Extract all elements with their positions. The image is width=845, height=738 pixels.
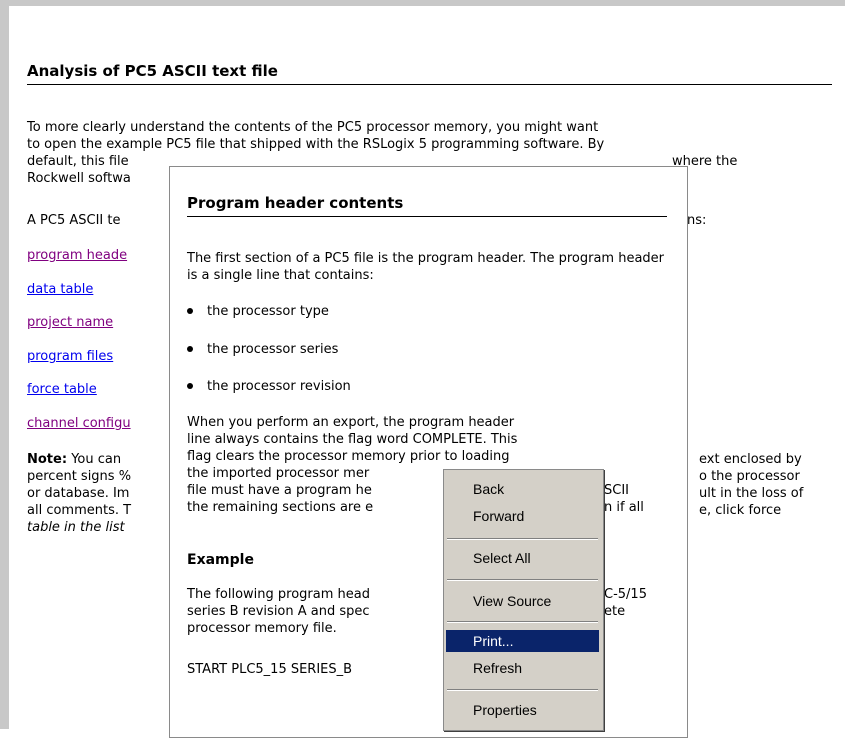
link-force-table[interactable]: force table [27, 382, 97, 397]
bullet-dot-icon [187, 307, 193, 314]
bullet-processor-type: the processor type [187, 304, 329, 319]
note-line-5: table in the list [27, 520, 125, 535]
export-line-5: file must have a program he [187, 483, 372, 498]
menu-item-refresh[interactable]: Refresh [446, 657, 599, 679]
bullet-dot-icon [187, 345, 193, 352]
export-right-2: n if all [604, 500, 644, 515]
window-top-border [0, 0, 845, 6]
export-line-1: When you perform an export, the program … [187, 415, 515, 430]
popup-title: Program header contents [187, 194, 667, 217]
note-right-2: o the processor [699, 469, 800, 484]
export-line-4: the imported processor mer [187, 466, 370, 481]
example-line-2: series B revision A and spec [187, 604, 370, 619]
link-data-table[interactable]: data table [27, 282, 93, 297]
bullet-text: the processor revision [207, 379, 351, 394]
example-right-2: ete [604, 604, 626, 619]
bullet-processor-series: the processor series [187, 342, 338, 357]
sections-intro-tail: ns: [687, 213, 707, 228]
intro-line-2: to open the example PC5 file that shippe… [27, 137, 605, 152]
bullet-processor-revision: the processor revision [187, 379, 351, 394]
export-line-3: flag clears the processor memory prior t… [187, 449, 510, 464]
popup-intro: The first section of a PC5 file is the p… [187, 251, 665, 283]
note-line-1: You can [71, 452, 122, 467]
link-project-name[interactable]: project name [27, 315, 113, 330]
program-header-popup: Program header contents The first sectio… [169, 166, 688, 738]
context-menu: Back Forward Select All View Source Prin… [443, 469, 604, 731]
page-title: Analysis of PC5 ASCII text file [27, 62, 832, 85]
sections-intro: A PC5 ASCII te [27, 213, 121, 228]
link-program-files[interactable]: program files [27, 349, 113, 364]
menu-separator [447, 689, 598, 691]
intro-line-4: Rockwell softwa [27, 171, 131, 186]
note-line-4: all comments. T [27, 503, 132, 518]
bullet-dot-icon [187, 382, 193, 389]
link-program-header[interactable]: program heade [27, 248, 127, 263]
bullet-text: the processor type [207, 304, 329, 319]
note-right-3: ult in the loss of [699, 486, 804, 501]
menu-item-select-all[interactable]: Select All [446, 547, 599, 569]
menu-separator [447, 579, 598, 581]
menu-separator [447, 538, 598, 540]
menu-item-forward[interactable]: Forward [446, 505, 599, 527]
example-line-1: The following program head [187, 587, 370, 602]
example-line-3: processor memory file. [187, 621, 337, 636]
bullet-text: the processor series [207, 342, 339, 357]
export-line-6: the remaining sections are e [187, 500, 374, 515]
window-left-border [0, 0, 9, 729]
menu-item-properties[interactable]: Properties [446, 699, 599, 721]
intro-line-3: default, this file [27, 154, 129, 169]
note-line-3: or database. Im [27, 486, 130, 501]
example-heading: Example [187, 552, 254, 568]
link-channel-configuration[interactable]: channel configu [27, 416, 131, 431]
intro-line-1: To more clearly understand the contents … [27, 120, 599, 135]
export-right-1: SCII [604, 483, 629, 498]
menu-item-back[interactable]: Back [446, 478, 599, 500]
example-right-1: C-5/15 [604, 587, 647, 602]
export-line-2: line always contains the flag word COMPL… [187, 432, 518, 447]
menu-item-view-source[interactable]: View Source [446, 590, 599, 612]
note-right-4: e, click force [699, 503, 782, 518]
note-right-1: ext enclosed by [699, 452, 802, 467]
note-label: Note: [27, 452, 68, 467]
menu-item-print[interactable]: Print... [446, 630, 599, 652]
note-line-2: percent signs % [27, 469, 132, 484]
example-code-line: START PLC5_15 SERIES_B [187, 662, 353, 677]
menu-separator [447, 621, 598, 623]
